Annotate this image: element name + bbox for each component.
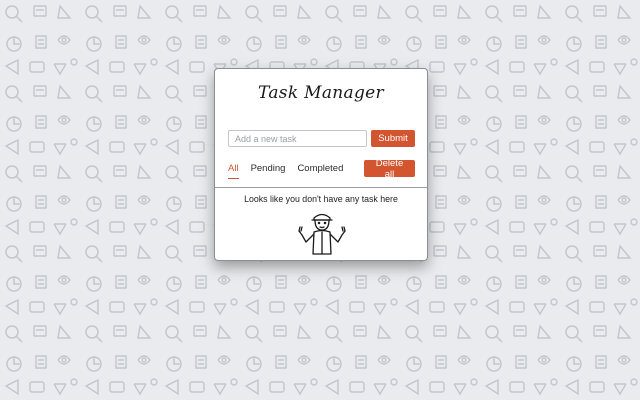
filter-completed[interactable]: Completed (297, 163, 343, 177)
divider (215, 187, 427, 188)
empty-state-message: Looks like you don't have any task here (244, 194, 398, 204)
filter-pending[interactable]: Pending (251, 163, 286, 177)
filter-tabs: All Pending Completed (228, 163, 355, 179)
app-title: Task Manager (258, 83, 384, 103)
filter-all[interactable]: All (228, 163, 239, 179)
delete-all-button[interactable]: Delete all (364, 158, 415, 180)
submit-button[interactable]: Submit (371, 130, 415, 147)
shrugging-person-icon (298, 213, 346, 255)
task-manager-card: Task Manager Submit All Pending Complete… (214, 68, 428, 261)
new-task-input[interactable] (228, 130, 367, 147)
